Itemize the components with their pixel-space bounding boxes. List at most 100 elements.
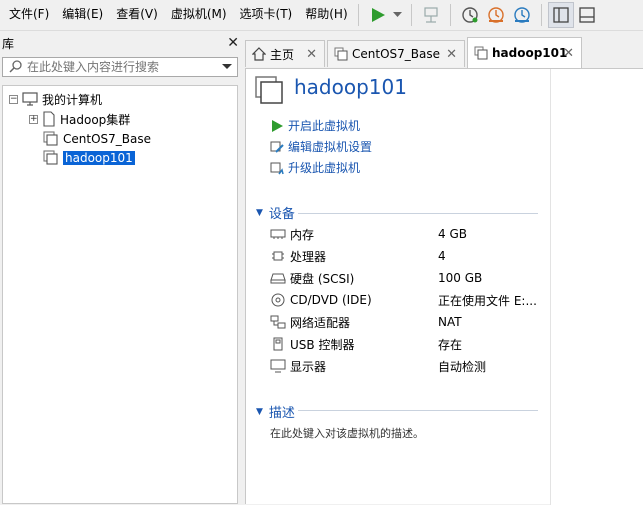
menu-view[interactable]: 查看(V) bbox=[107, 0, 162, 30]
vm-title: hadoop101 bbox=[294, 75, 407, 99]
device-row-processor[interactable]: 处理器 4 bbox=[270, 245, 550, 267]
vm-preview-area bbox=[550, 69, 643, 505]
device-name: CD/DVD (IDE) bbox=[290, 293, 372, 307]
device-name: 显示器 bbox=[290, 359, 327, 374]
tree-node-label: Hadoop集群 bbox=[60, 112, 131, 127]
device-name: 内存 bbox=[290, 227, 315, 242]
description-section-toggle[interactable]: ▼ 描述 bbox=[256, 402, 295, 421]
send-keys-button[interactable] bbox=[418, 2, 444, 28]
menu-tabs[interactable]: 选项卡(T) bbox=[231, 0, 297, 30]
revert-clock-icon bbox=[487, 7, 504, 23]
usb-icon bbox=[273, 337, 283, 351]
device-row-usb[interactable]: USB 控制器 存在 bbox=[270, 333, 550, 355]
device-value: 100 GB bbox=[438, 271, 483, 285]
library-panel: 库 ✕ − 我的计算机 + Hadoop集群 CentOS7_Base hado… bbox=[0, 31, 243, 504]
power-on-link[interactable]: 开启此虚拟机 bbox=[270, 115, 372, 136]
description-placeholder[interactable]: 在此处键入对该虚拟机的描述。 bbox=[270, 425, 424, 441]
devices-section-toggle[interactable]: ▼ 设备 bbox=[256, 203, 295, 222]
collapse-toggle[interactable]: − bbox=[9, 94, 18, 104]
device-value: 4 GB bbox=[438, 227, 467, 241]
edit-settings-link[interactable]: 编辑虚拟机设置 bbox=[270, 136, 372, 157]
library-search[interactable] bbox=[2, 57, 238, 77]
library-tree: − 我的计算机 + Hadoop集群 CentOS7_Base hadoop10… bbox=[2, 85, 238, 504]
vm-icon bbox=[43, 131, 58, 146]
close-tab-button[interactable]: ✕ bbox=[306, 47, 317, 62]
memory-icon bbox=[270, 229, 286, 239]
thumbnail-bar-icon bbox=[578, 7, 595, 23]
device-name: 处理器 bbox=[290, 249, 327, 264]
library-header: 库 ✕ bbox=[0, 31, 243, 55]
device-row-display[interactable]: 显示器 自动检测 bbox=[270, 355, 550, 377]
tab-label: hadoop101 bbox=[492, 46, 568, 60]
chevron-down-icon[interactable] bbox=[221, 63, 233, 71]
device-name: 网络适配器 bbox=[290, 315, 351, 330]
device-value: NAT bbox=[438, 315, 462, 329]
device-row-network[interactable]: 网络适配器 NAT bbox=[270, 311, 550, 333]
search-icon bbox=[9, 60, 22, 73]
display-icon bbox=[270, 359, 286, 373]
keyboard-send-icon bbox=[424, 7, 438, 23]
toolbar-separator bbox=[410, 4, 412, 26]
snapshot-manager-icon bbox=[513, 7, 530, 23]
tab-hadoop101[interactable]: hadoop101 ✕ bbox=[467, 37, 582, 68]
computer-icon bbox=[22, 92, 38, 106]
tab-home[interactable]: 主页 ✕ bbox=[245, 40, 325, 67]
collapse-triangle-icon: ▼ bbox=[256, 207, 263, 218]
device-value: 4 bbox=[438, 249, 446, 263]
tab-bar: 主页 ✕ CentOS7_Base ✕ hadoop101 ✕ bbox=[243, 37, 643, 68]
device-row-memory[interactable]: 内存 4 GB bbox=[270, 223, 550, 245]
menu-file[interactable]: 文件(F) bbox=[0, 0, 53, 30]
play-icon bbox=[272, 119, 283, 132]
toolbar-separator bbox=[449, 4, 451, 26]
power-on-button[interactable] bbox=[365, 2, 391, 28]
close-tab-button[interactable]: ✕ bbox=[446, 47, 457, 62]
device-name: USB 控制器 bbox=[290, 337, 355, 352]
close-library-button[interactable]: ✕ bbox=[227, 36, 239, 50]
tree-node-centos7-base[interactable]: CentOS7_Base bbox=[43, 130, 151, 148]
revert-snapshot-button[interactable] bbox=[483, 2, 509, 28]
vm-icon bbox=[43, 150, 58, 165]
tab-centos7-base[interactable]: CentOS7_Base ✕ bbox=[327, 40, 465, 67]
tab-label: CentOS7_Base bbox=[352, 47, 440, 61]
close-tab-button[interactable]: ✕ bbox=[563, 46, 574, 61]
cd-icon bbox=[271, 293, 285, 307]
description-title: 描述 bbox=[268, 406, 295, 421]
vm-icon bbox=[474, 46, 488, 60]
snapshot-manager-button[interactable] bbox=[509, 2, 535, 28]
action-label: 开启此虚拟机 bbox=[288, 119, 361, 133]
device-row-cd-dvd[interactable]: CD/DVD (IDE) 正在使用文件 E:... bbox=[270, 289, 550, 311]
menu-help[interactable]: 帮助(H) bbox=[296, 0, 351, 30]
edit-settings-icon bbox=[270, 141, 284, 153]
network-icon bbox=[270, 315, 286, 329]
tab-label: 主页 bbox=[270, 47, 295, 62]
upgrade-icon bbox=[270, 162, 284, 174]
content-area: 主页 ✕ CentOS7_Base ✕ hadoop101 ✕ hadoop10… bbox=[243, 31, 643, 505]
power-dropdown-button[interactable] bbox=[391, 2, 405, 28]
snapshot-button[interactable] bbox=[457, 2, 483, 28]
search-input[interactable] bbox=[25, 60, 221, 74]
tree-node-hadoop101[interactable]: hadoop101 bbox=[43, 149, 135, 167]
toolbar-separator bbox=[540, 4, 542, 26]
vm-large-icon bbox=[255, 76, 283, 104]
tree-node-hadoop-cluster[interactable]: + Hadoop集群 bbox=[29, 110, 130, 128]
section-divider bbox=[298, 213, 538, 214]
action-label: 升级此虚拟机 bbox=[288, 161, 361, 175]
expand-toggle[interactable]: + bbox=[29, 114, 38, 124]
upgrade-vm-link[interactable]: 升级此虚拟机 bbox=[270, 157, 372, 178]
menu-vm[interactable]: 虚拟机(M) bbox=[162, 0, 231, 30]
show-thumbnail-bar-button[interactable] bbox=[574, 2, 600, 28]
menubar: 文件(F) 编辑(E) 查看(V) 虚拟机(M) 选项卡(T) 帮助(H) bbox=[0, 0, 643, 31]
tree-node-my-computer[interactable]: − 我的计算机 bbox=[9, 90, 102, 108]
toolbar-separator bbox=[357, 4, 359, 26]
show-library-button[interactable] bbox=[547, 2, 574, 28]
home-icon bbox=[252, 47, 266, 61]
device-row-hard-disk[interactable]: 硬盘 (SCSI) 100 GB bbox=[270, 267, 550, 289]
cpu-icon bbox=[272, 251, 284, 261]
action-label: 编辑虚拟机设置 bbox=[288, 140, 373, 154]
snapshot-clock-icon bbox=[461, 7, 478, 23]
vm-actions: 开启此虚拟机 编辑虚拟机设置 升级此虚拟机 bbox=[270, 115, 372, 178]
vm-summary-pane: hadoop101 开启此虚拟机 编辑虚拟机设置 升级此虚拟机 ▼ 设备 内存 bbox=[245, 68, 643, 505]
menu-edit[interactable]: 编辑(E) bbox=[53, 0, 107, 30]
section-divider bbox=[298, 410, 538, 411]
folder-icon bbox=[43, 111, 55, 127]
